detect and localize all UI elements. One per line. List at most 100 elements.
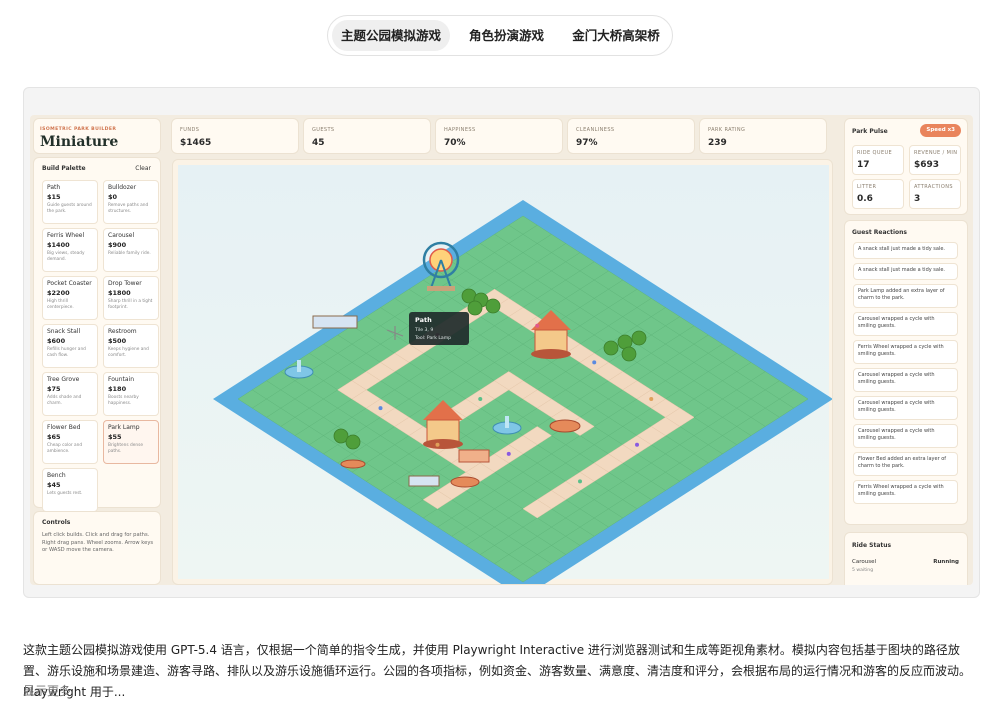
title-card: ISOMETRIC PARK BUILDER Miniature [33,118,161,154]
stat-value: 239 [708,138,727,148]
pulse-label: REVENUE / MIN [914,150,958,156]
palette-item-name: Restroom [108,328,137,335]
park-pulse-card: Park Pulse Speed x3 RIDE QUEUE 17 REVENUE … [844,118,968,215]
palette-item[interactable]: Bench $45 Lets guests rest. [42,468,98,512]
tab-rpg[interactable]: 角色扮演游戏 [458,20,555,51]
palette-item-name: Path [47,184,61,191]
tooltip-title: Path [415,316,432,324]
restroom[interactable] [408,475,440,487]
flower-bed[interactable] [450,476,480,488]
palette-item-name: Fountain [108,376,135,383]
palette-item-name: Snack Stall [47,328,81,335]
reaction-item: Carousel wrapped a cycle with smiling gu… [853,396,958,420]
palette-item-desc: Keeps hygiene and comfort. [108,347,149,358]
fountain-spout [297,360,301,372]
palette-item[interactable]: Bulldozer $0 Remove paths and structures. [103,180,159,224]
tab-bar: 主题公园模拟游戏 角色扮演游戏 金门大桥高架桥 [327,15,673,56]
palette-item-name: Tree Grove [47,376,80,383]
palette-item[interactable]: Snack Stall $600 Refills hunger and cash f… [42,324,98,368]
palette-item-name: Drop Tower [108,280,142,287]
guest [592,360,597,365]
pulse-label: RIDE QUEUE [857,150,893,156]
ride-status-title: Ride Status [852,542,892,549]
pulse-label: ATTRACTIONS [914,184,953,190]
guest-reactions-title: Guest Reactions [852,229,907,236]
tooltip-tool: Tool: Park Lamp [414,335,451,341]
pulse-value: 17 [857,160,870,170]
palette-item-desc: Lets guests rest. [47,491,83,496]
tab-theme-park[interactable]: 主题公园模拟游戏 [332,20,450,51]
tab-golden-gate[interactable]: 金门大桥高架桥 [562,20,670,51]
flower-bed[interactable] [549,419,581,433]
speed-button[interactable]: Speed x3 [920,124,961,137]
pulse-metric: LITTER 0.6 [852,179,904,209]
palette-item-desc: High thrill centerpiece. [47,299,74,310]
pulse-metric: REVENUE / MIN $693 [909,145,961,175]
guest-reactions-card: Guest Reactions A snack stall just made … [844,220,968,525]
guest [535,323,540,328]
carousel-body [534,329,568,353]
pulse-label: LITTER [857,184,877,190]
tree [621,346,637,362]
guest [478,397,483,401]
reaction-item: Carousel wrapped a cycle with smiling gu… [853,312,958,336]
palette-item-desc: Reliable family ride. [108,251,151,256]
reaction-item: A snack stall just made a tidy sale. [853,263,958,280]
palette-item[interactable]: Park Lamp $55 Brightens dense paths. [103,420,159,464]
palette-item-desc: Refills hunger and cash flow. [47,347,86,358]
palette-item-price: $2200 [47,289,70,297]
clear-button[interactable]: Clear [135,165,151,172]
palette-item-price: $600 [47,337,66,345]
ride-detail: 5 waiting [852,568,874,573]
reaction-item: Ferris Wheel wrapped a cycle with smilin… [853,480,958,504]
snack-stall[interactable] [458,449,490,463]
palette-item-name: Carousel [108,232,135,239]
tree [631,330,647,346]
tile-tooltip: Path Tile 3, 9 Tool: Park Lamp [409,312,469,345]
isometric-park-canvas[interactable]: Path Tile 3, 9 Tool: Park Lamp [173,160,832,584]
carousel-body [426,419,460,443]
stat-card: HAPPINESS 70% [435,118,563,154]
guest [506,451,511,456]
fountain-spout [505,416,509,428]
palette-item-name: Park Lamp [108,424,140,431]
reaction-item: Park Lamp added an extra layer of charm … [853,284,958,308]
palette-item[interactable]: Fountain $180 Boosts nearby happiness. [103,372,159,416]
app-title: Miniature [40,134,119,150]
stat-value: $1465 [180,138,212,148]
flower-bed[interactable] [340,459,366,469]
palette-item[interactable]: Restroom $500 Keeps hygiene and comfort. [103,324,159,368]
palette-item[interactable]: Drop Tower $1800 Sharp thrill in a tight f… [103,276,159,320]
stat-label: CLEANLINESS [576,127,615,133]
palette-item-price: $1400 [47,241,70,249]
tooltip-tile: Tile 3, 9 [414,327,433,333]
palette-item[interactable]: Carousel $900 Reliable family ride. [103,228,159,272]
palette-item-desc: Remove paths and structures. [108,203,149,214]
stat-label: FUNDS [180,127,200,133]
carousel-platform [531,349,571,359]
pulse-metric: RIDE QUEUE 17 [852,145,904,175]
palette-item[interactable]: Tree Grove $75 Adds shade and charm. [42,372,98,416]
reaction-item: Ferris Wheel wrapped a cycle with smilin… [853,340,958,364]
snack-stall[interactable] [312,315,358,329]
ride-name: Carousel [852,559,876,565]
show-more-link[interactable]: 显示更多 [23,682,71,699]
palette-item[interactable]: Ferris Wheel $1400 Big views, steady deman… [42,228,98,272]
palette-item[interactable]: Flower Bed $65 Cheap color and ambience. [42,420,98,464]
carousel-platform [423,439,463,449]
demo-frame: ISOMETRIC PARK BUILDER Miniature Build P… [23,87,980,598]
palette-item-name: Pocket Coaster [47,280,92,287]
palette-item[interactable]: Pocket Coaster $2200 High thrill centerpie… [42,276,98,320]
palette-item-desc: Cheap color and ambience. [47,443,83,454]
reaction-item: Carousel wrapped a cycle with smiling gu… [853,368,958,392]
pulse-value: 3 [914,194,921,204]
palette-item-desc: Brightens dense paths. [108,443,143,454]
tree [345,434,361,450]
palette-item[interactable]: Path $15 Guide guests around the park. [42,180,98,224]
guest [435,442,440,447]
palette-item-price: $55 [108,433,122,441]
guest [578,479,582,484]
pulse-metric: ATTRACTIONS 3 [909,179,961,209]
palette-item-price: $1800 [108,289,131,297]
stat-label: GUESTS [312,127,335,133]
